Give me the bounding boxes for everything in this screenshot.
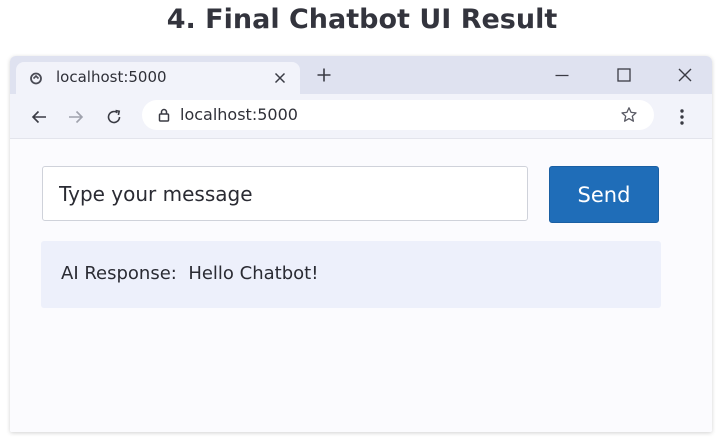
tab-title: localhost:5000 bbox=[56, 68, 167, 86]
response-text: Hello Chatbot! bbox=[188, 263, 319, 284]
browser-tab[interactable]: localhost:5000 bbox=[16, 62, 300, 94]
response-panel: AI Response: Hello Chatbot! bbox=[41, 241, 661, 308]
response-label: AI Response: bbox=[61, 263, 177, 284]
address-bar[interactable]: localhost:5000 bbox=[142, 100, 654, 130]
plus-icon[interactable] bbox=[316, 67, 332, 83]
reload-icon[interactable] bbox=[105, 108, 123, 126]
minimize-icon[interactable] bbox=[554, 67, 570, 83]
kebab-menu-icon[interactable] bbox=[674, 108, 690, 126]
lock-icon[interactable] bbox=[156, 107, 172, 123]
maximize-icon[interactable] bbox=[616, 67, 632, 83]
url-text[interactable]: localhost:5000 bbox=[180, 105, 298, 125]
star-icon[interactable] bbox=[620, 106, 638, 124]
reload-globe-icon bbox=[30, 72, 42, 85]
window-close-icon[interactable] bbox=[677, 67, 693, 83]
send-button[interactable]: Send bbox=[549, 166, 659, 223]
back-arrow-icon[interactable] bbox=[30, 108, 48, 126]
message-input[interactable] bbox=[42, 166, 528, 221]
forward-arrow-icon[interactable] bbox=[67, 108, 85, 126]
chat-page: Send AI Response: Hello Chatbot! bbox=[10, 139, 712, 432]
close-icon[interactable] bbox=[272, 70, 288, 86]
browser-window: localhost:5000 localhost:5000 Type your … bbox=[10, 56, 712, 432]
browser-toolbar: localhost:5000 bbox=[10, 94, 712, 139]
tab-bar: localhost:5000 bbox=[10, 56, 712, 94]
slide-title: 4. Final Chatbot UI Result bbox=[166, 4, 558, 35]
